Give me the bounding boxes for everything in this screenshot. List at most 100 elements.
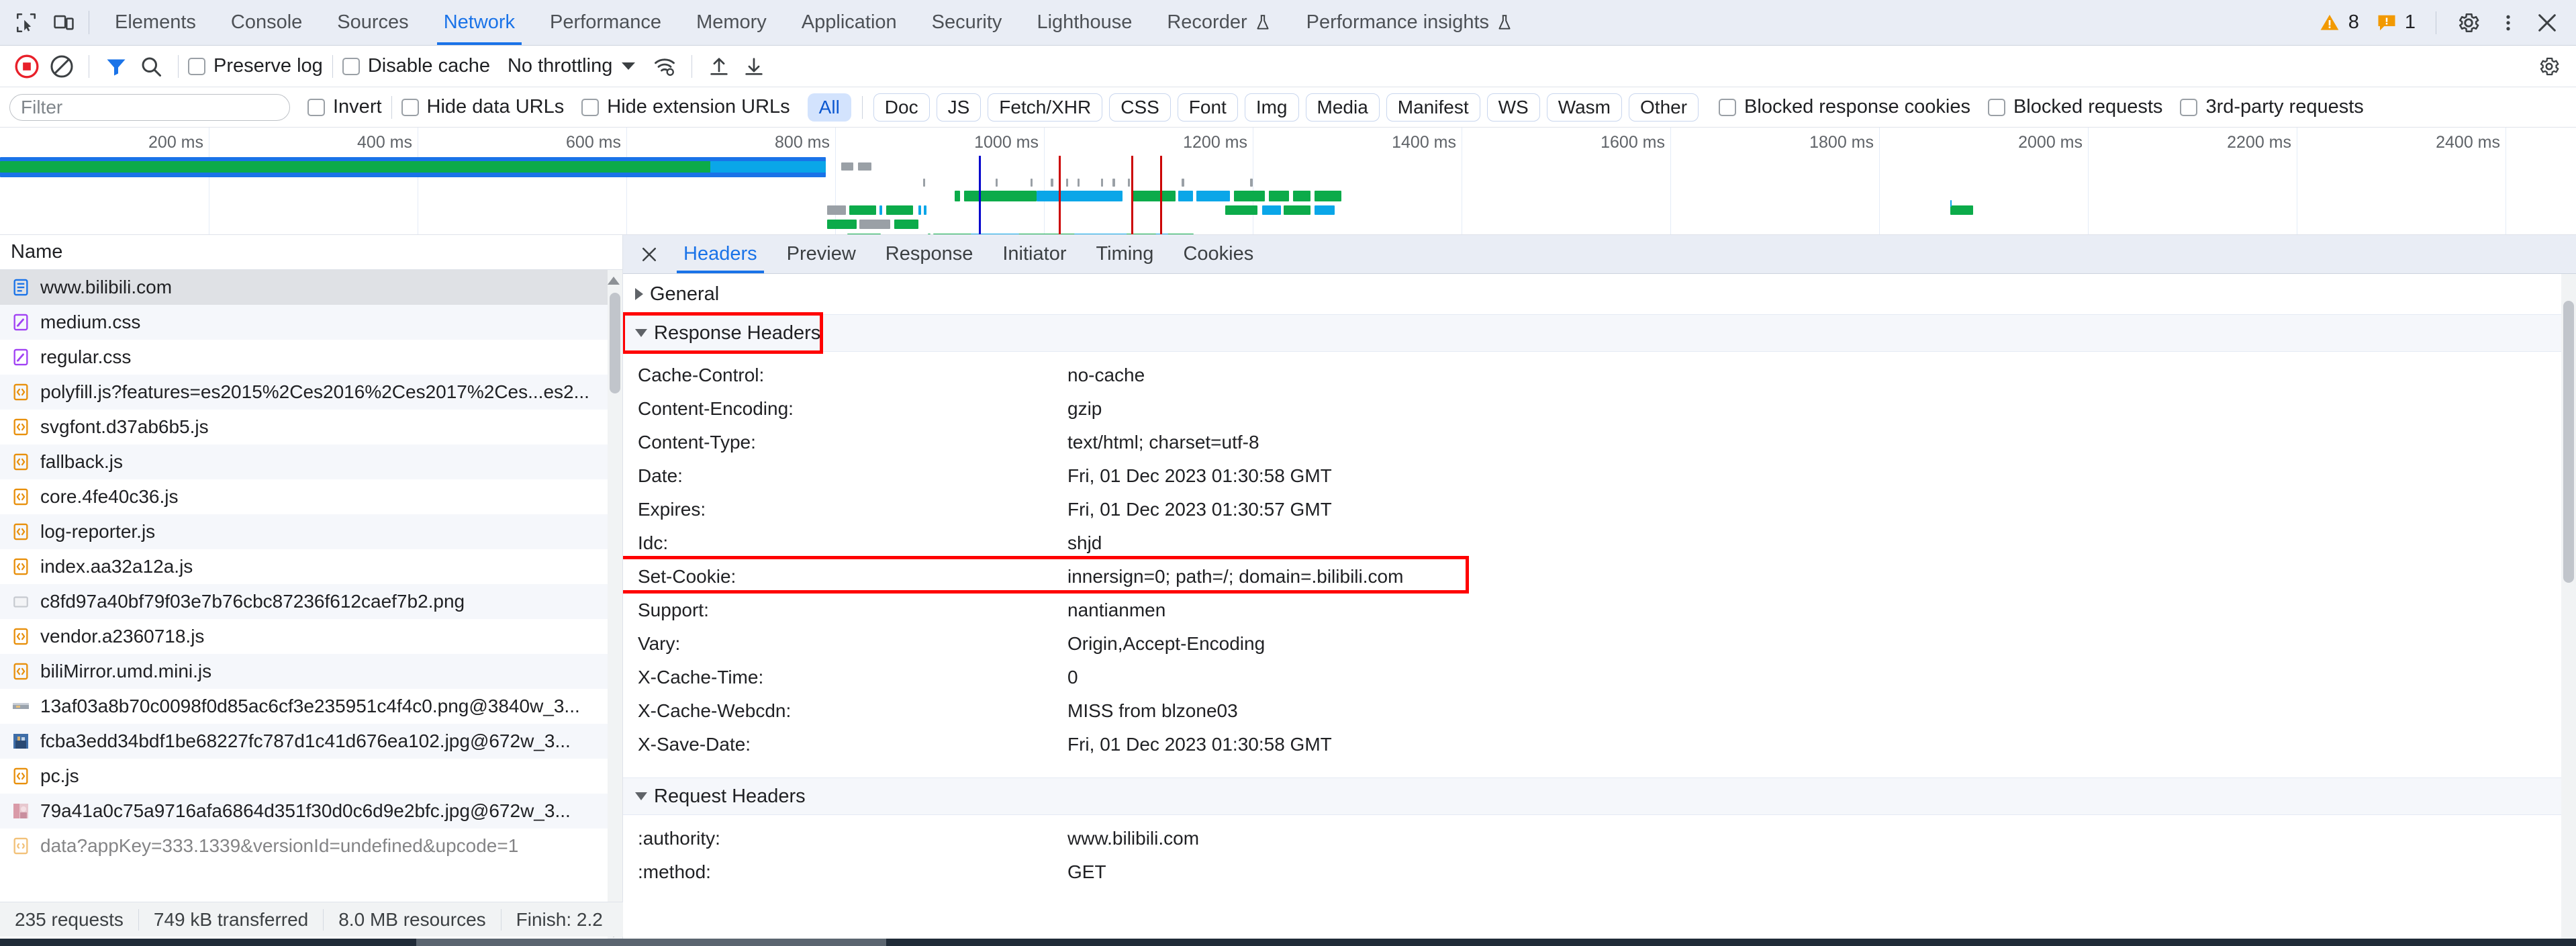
request-row-svgfont-js[interactable]: svgfont.d37ab6b5.js bbox=[0, 410, 622, 444]
status-requests: 235 requests bbox=[0, 908, 139, 931]
device-toolbar-icon[interactable] bbox=[52, 11, 75, 34]
request-row-png-thumb-1[interactable]: 13af03a8b70c0098f0d85ac6cf3e235951c4f4c0… bbox=[0, 689, 622, 724]
invert-checkbox[interactable]: Invert bbox=[307, 96, 382, 118]
request-row-data-fetch[interactable]: data?appKey=333.1339&versionId=undefined… bbox=[0, 829, 622, 863]
request-row-pc-js[interactable]: pc.js bbox=[0, 759, 622, 794]
tab-sources[interactable]: Sources bbox=[320, 0, 426, 45]
request-name: fcba3edd34bdf1be68227fc787d1c41d676ea102… bbox=[40, 730, 571, 751]
request-row-bilimirror-js[interactable]: biliMirror.umd.mini.js bbox=[0, 654, 622, 689]
timeline-tick-label: 2000 ms bbox=[2018, 133, 2083, 152]
header-value: Fri, 01 Dec 2023 01:30:58 GMT bbox=[1067, 734, 1332, 755]
disable-cache-checkbox[interactable]: Disable cache bbox=[342, 55, 490, 77]
request-row-vendor-js[interactable]: vendor.a2360718.js bbox=[0, 619, 622, 654]
request-name: biliMirror.umd.mini.js bbox=[40, 661, 212, 681]
search-icon[interactable] bbox=[134, 49, 169, 84]
detail-tab-headers[interactable]: Headers bbox=[669, 235, 772, 273]
request-row-jpg-thumb-2[interactable]: 79a41a0c75a9716afa6864d351f30d0c6d9e2bfc… bbox=[0, 794, 622, 829]
filter-type-all[interactable]: All bbox=[807, 93, 851, 122]
filter-type-manifest[interactable]: Manifest bbox=[1386, 93, 1480, 122]
inspect-element-icon[interactable] bbox=[15, 11, 38, 34]
tab-lighthouse[interactable]: Lighthouse bbox=[1019, 0, 1149, 45]
tab-elements[interactable]: Elements bbox=[97, 0, 213, 45]
checkbox-box bbox=[342, 57, 360, 75]
hide-data-urls-checkbox[interactable]: Hide data URLs bbox=[401, 96, 565, 118]
record-button[interactable] bbox=[9, 49, 44, 84]
detail-tab-initiator[interactable]: Initiator bbox=[988, 235, 1081, 273]
blocked-requests-checkbox[interactable]: Blocked requests bbox=[1987, 96, 2162, 118]
request-row-log-reporter-js[interactable]: log-reporter.js bbox=[0, 514, 622, 549]
timeline-tick-label: 600 ms bbox=[566, 133, 621, 152]
request-row-png-blank[interactable]: c8fd97a40bf79f03e7b76cbc87236f612caef7b2… bbox=[0, 584, 622, 619]
filter-type-font[interactable]: Font bbox=[1177, 93, 1238, 122]
detail-tab-response[interactable]: Response bbox=[871, 235, 988, 273]
checkbox-box bbox=[188, 57, 205, 75]
request-list-scrollbar[interactable] bbox=[608, 270, 622, 944]
tab-performance-insights[interactable]: Performance insights bbox=[1289, 0, 1531, 45]
request-row-www-bilibili-com[interactable]: www.bilibili.com bbox=[0, 270, 622, 305]
filter-funnel-icon[interactable] bbox=[99, 49, 134, 84]
tab-application[interactable]: Application bbox=[784, 0, 914, 45]
network-overview-timeline[interactable]: 200 ms 400 ms 600 ms 800 ms 1000 ms 1200… bbox=[0, 128, 2576, 235]
header-row-set-cookie: Set-Cookie: innersign=0; path=/; domain=… bbox=[623, 556, 2576, 594]
section-request-headers[interactable]: Request Headers bbox=[623, 777, 2576, 815]
request-row-polyfill-js[interactable]: polyfill.js?features=es2015%2Ces2016%2Ce… bbox=[0, 375, 622, 410]
scroll-up-arrow-icon[interactable] bbox=[608, 277, 620, 285]
tab-memory[interactable]: Memory bbox=[679, 0, 784, 45]
filter-type-ws[interactable]: WS bbox=[1486, 93, 1540, 122]
hide-data-urls-label: Hide data URLs bbox=[426, 96, 565, 117]
network-settings-gear-icon[interactable] bbox=[2532, 49, 2567, 84]
request-row-index-js[interactable]: index.aa32a12a.js bbox=[0, 549, 622, 584]
detail-tab-timing[interactable]: Timing bbox=[1081, 235, 1168, 273]
hide-extension-urls-checkbox[interactable]: Hide extension URLs bbox=[581, 96, 790, 118]
tab-security[interactable]: Security bbox=[914, 0, 1020, 45]
horizontal-scrollbar-thumb[interactable] bbox=[416, 939, 886, 946]
preserve-log-checkbox[interactable]: Preserve log bbox=[188, 55, 323, 77]
request-row-medium-css[interactable]: medium.css bbox=[0, 305, 622, 340]
tab-performance[interactable]: Performance bbox=[532, 0, 679, 45]
filter-type-css[interactable]: CSS bbox=[1109, 93, 1171, 122]
warnings-indicator[interactable]: 8 bbox=[2319, 11, 2359, 34]
detail-tab-preview[interactable]: Preview bbox=[772, 235, 871, 273]
section-response-headers[interactable]: Response Headers bbox=[623, 312, 2576, 354]
detail-tab-cookies[interactable]: Cookies bbox=[1168, 235, 1268, 273]
filter-input[interactable] bbox=[9, 93, 290, 121]
filter-type-label: Fetch/XHR bbox=[999, 96, 1092, 117]
network-conditions-wifi-icon[interactable] bbox=[647, 49, 682, 84]
request-row-core-js[interactable]: core.4fe40c36.js bbox=[0, 479, 622, 514]
close-detail-icon[interactable] bbox=[630, 235, 669, 273]
network-toolbar: Preserve log Disable cache No throttling bbox=[0, 46, 2576, 87]
request-row-regular-css[interactable]: regular.css bbox=[0, 340, 622, 375]
filter-type-media[interactable]: Media bbox=[1305, 93, 1380, 122]
third-party-requests-checkbox[interactable]: 3rd-party requests bbox=[2180, 96, 2364, 118]
detail-scrollbar[interactable] bbox=[2561, 274, 2576, 944]
gear-icon[interactable] bbox=[2456, 11, 2481, 35]
tab-console[interactable]: Console bbox=[213, 0, 320, 45]
tab-network[interactable]: Network bbox=[426, 0, 532, 45]
export-har-icon[interactable] bbox=[736, 49, 771, 84]
filter-type-label: Other bbox=[1640, 96, 1688, 117]
filter-type-wasm[interactable]: Wasm bbox=[1546, 93, 1623, 122]
tab-recorder[interactable]: Recorder bbox=[1149, 0, 1288, 45]
image-thumbnail-icon bbox=[11, 731, 31, 751]
filter-type-fetch-xhr[interactable]: Fetch/XHR bbox=[988, 93, 1103, 122]
request-row-fallback-js[interactable]: fallback.js bbox=[0, 444, 622, 479]
header-key: Expires: bbox=[638, 499, 706, 520]
detail-tabs: Headers Preview Response Initiator Timin… bbox=[623, 235, 2576, 274]
scrollbar-thumb[interactable] bbox=[2563, 301, 2574, 583]
filter-type-doc[interactable]: Doc bbox=[873, 93, 930, 122]
import-har-icon[interactable] bbox=[702, 49, 736, 84]
more-options-kebab-icon[interactable] bbox=[2498, 11, 2518, 34]
clear-button[interactable] bbox=[44, 49, 79, 84]
issues-indicator[interactable]: 1 bbox=[2377, 11, 2416, 34]
filter-type-other[interactable]: Other bbox=[1629, 93, 1699, 122]
section-general[interactable]: General bbox=[623, 274, 2576, 314]
header-key: Vary: bbox=[638, 633, 681, 654]
scrollbar-thumb[interactable] bbox=[610, 293, 620, 393]
blocked-response-cookies-checkbox[interactable]: Blocked response cookies bbox=[1719, 96, 1970, 118]
throttling-dropdown[interactable]: No throttling bbox=[508, 55, 636, 77]
close-icon[interactable] bbox=[2536, 11, 2559, 34]
filter-type-js[interactable]: JS bbox=[936, 93, 982, 122]
request-row-jpg-thumb-1[interactable]: fcba3edd34bdf1be68227fc787d1c41d676ea102… bbox=[0, 724, 622, 759]
timeline-tick-label: 200 ms bbox=[148, 133, 203, 152]
filter-type-img[interactable]: Img bbox=[1244, 93, 1299, 122]
